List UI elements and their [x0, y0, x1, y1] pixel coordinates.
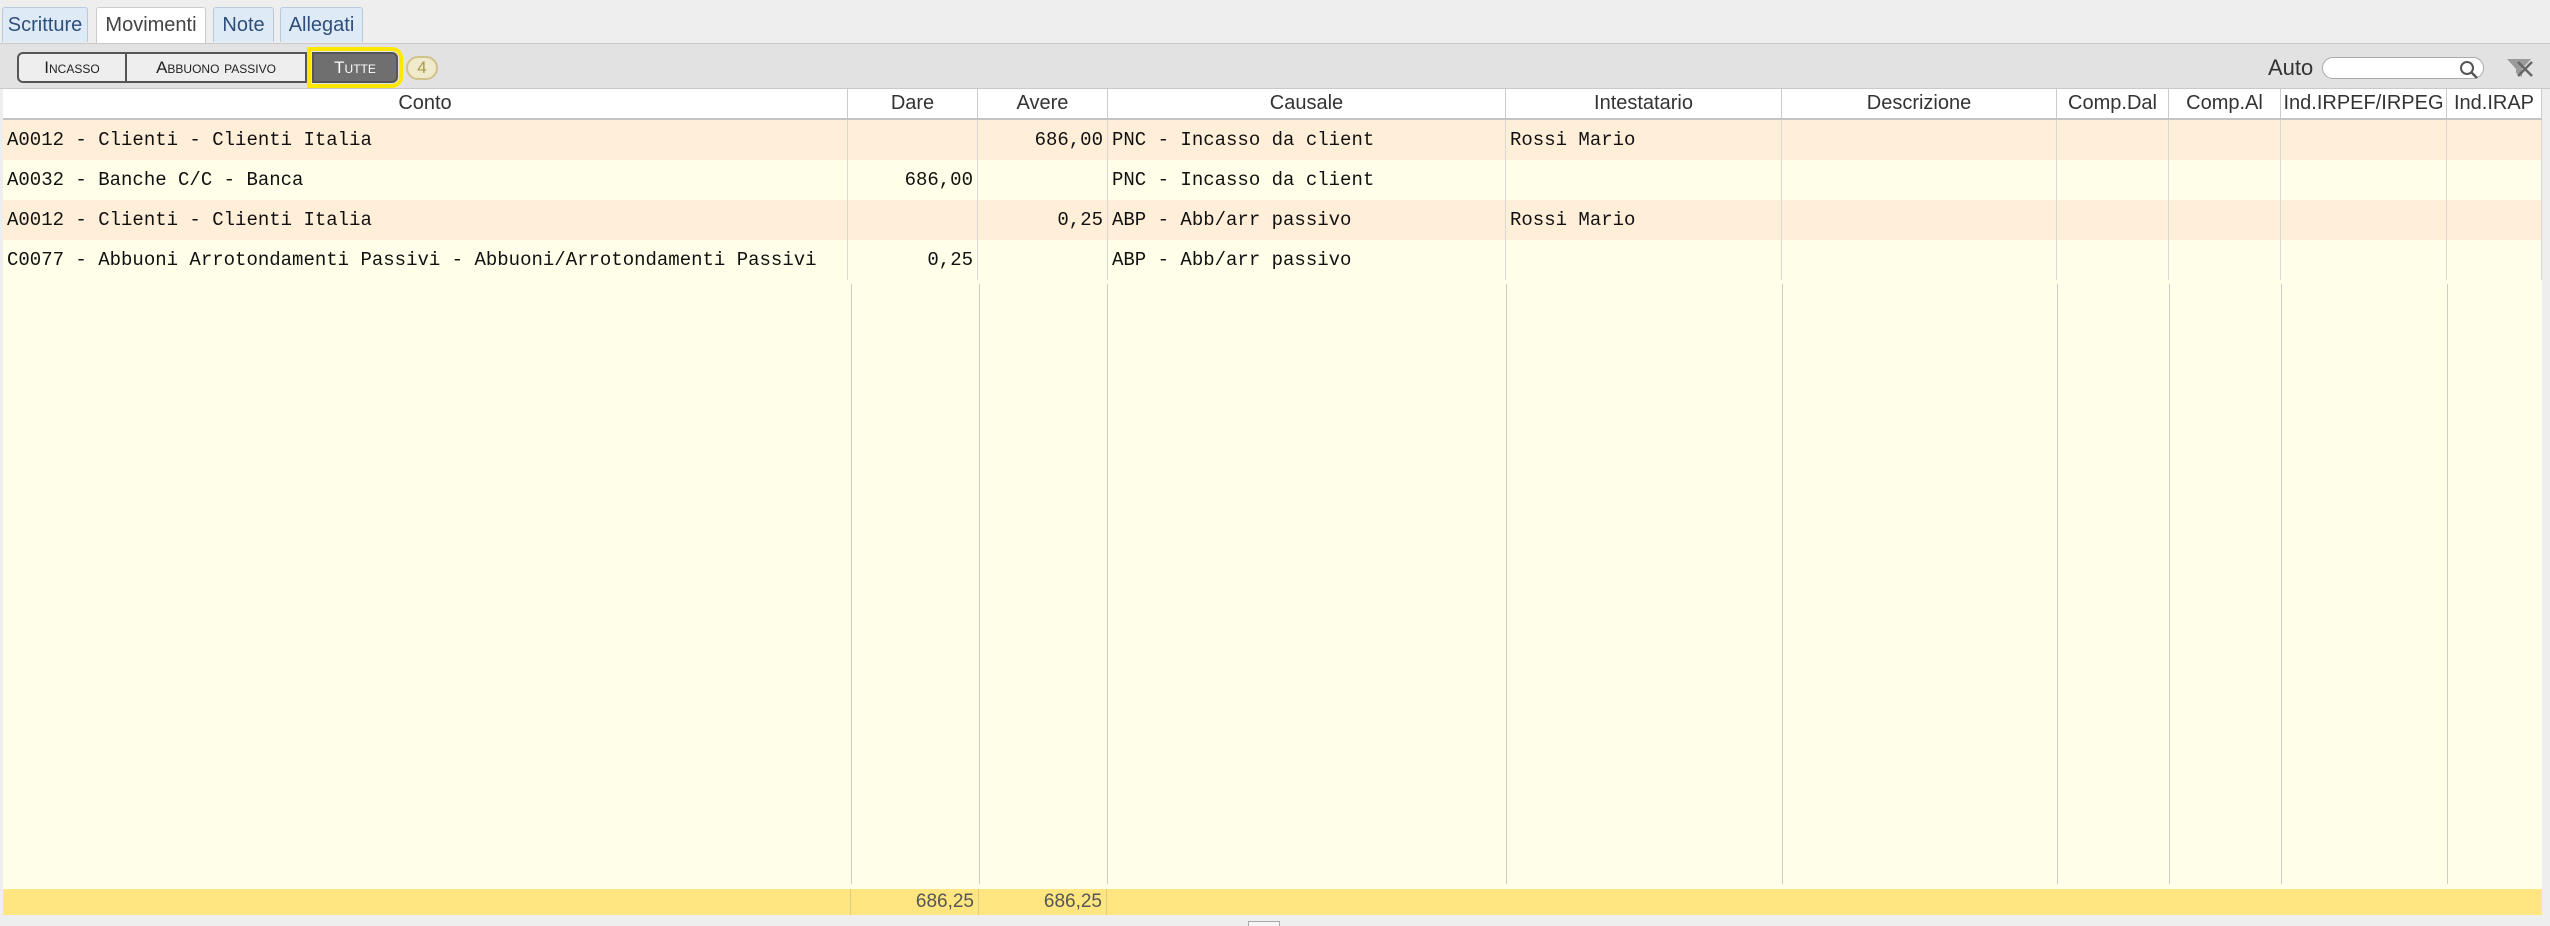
column-divider [1506, 284, 1507, 884]
cell-ind-irpef [2281, 120, 2447, 160]
cell-ind-irap [2447, 200, 2542, 240]
cell-conto: A0032 - Banche C/C - Banca [3, 160, 848, 200]
cell-ind-irap [2447, 240, 2542, 280]
filter-tutte-button[interactable]: Tutte [307, 47, 403, 88]
column-divider [2447, 284, 2448, 884]
cell-conto: A0012 - Clienti - Clienti Italia [3, 120, 848, 160]
column-divider [979, 284, 980, 884]
table-row[interactable]: A0012 - Clienti - Clienti Italia 686,00 … [3, 120, 2542, 160]
cell-ind-irap [2447, 120, 2542, 160]
cell-ind-irpef [2281, 200, 2447, 240]
resize-handle[interactable] [1248, 921, 1280, 926]
filter-toolbar: Incasso Abbuono passivo Tutte 4 Auto [0, 43, 2550, 89]
cell-comp-dal [2057, 200, 2169, 240]
cell-ind-irpef [2281, 160, 2447, 200]
column-header-descrizione[interactable]: Descrizione [1782, 89, 2057, 118]
column-header-ind-irap[interactable]: Ind.IRAP [2447, 89, 2542, 118]
cell-dare: 0,25 [848, 240, 978, 280]
column-header-ind-irpef-irpeg[interactable]: Ind.IRPEF/IRPEG [2281, 89, 2447, 118]
cell-causale: PNC - Incasso da client [1108, 160, 1506, 200]
cell-avere [978, 160, 1108, 200]
column-header-conto[interactable]: Conto [3, 89, 848, 118]
cell-descrizione [1782, 160, 2057, 200]
filter-abbuono-passivo-button[interactable]: Abbuono passivo [127, 52, 307, 83]
column-header-dare[interactable]: Dare [848, 89, 978, 118]
cell-comp-al [2169, 200, 2281, 240]
auto-label: Auto [2268, 55, 2314, 80]
total-dare: 686,25 [851, 889, 979, 915]
cell-comp-al [2169, 240, 2281, 280]
totals-row: 686,25 686,25 [3, 889, 2542, 915]
column-divider [1107, 284, 1108, 884]
column-divider [1782, 284, 1783, 884]
cell-causale: ABP - Abb/arr passivo [1108, 200, 1506, 240]
cell-avere [978, 240, 1108, 280]
cell-comp-al [2169, 160, 2281, 200]
cell-comp-dal [2057, 120, 2169, 160]
cell-dare: 686,00 [848, 160, 978, 200]
cell-intestatario: Rossi Mario [1506, 120, 1782, 160]
cell-avere: 686,00 [978, 120, 1108, 160]
total-avere: 686,25 [979, 889, 1107, 915]
cell-comp-al [2169, 120, 2281, 160]
tab-note[interactable]: Note [213, 7, 274, 42]
table-row[interactable]: A0032 - Banche C/C - Banca 686,00 PNC - … [3, 160, 2542, 200]
column-header-intestatario[interactable]: Intestatario [1506, 89, 1782, 118]
column-header-comp-dal[interactable]: Comp.Dal [2057, 89, 2169, 118]
cell-intestatario: Rossi Mario [1506, 200, 1782, 240]
cell-descrizione [1782, 240, 2057, 280]
clear-filter-icon[interactable] [2504, 56, 2534, 80]
cell-causale: PNC - Incasso da client [1108, 120, 1506, 160]
cell-intestatario [1506, 240, 1782, 280]
cell-avere: 0,25 [978, 200, 1108, 240]
cell-comp-dal [2057, 160, 2169, 200]
column-divider [2057, 284, 2058, 884]
cell-intestatario [1506, 160, 1782, 200]
cell-descrizione [1782, 120, 2057, 160]
table-row[interactable]: C0077 - Abbuoni Arrotondamenti Passivi -… [3, 240, 2542, 280]
tab-scritture[interactable]: Scritture [2, 7, 88, 42]
column-divider [851, 284, 852, 884]
table-header: Conto Dare Avere Causale Intestatario De… [3, 89, 2542, 120]
filter-incasso-button[interactable]: Incasso [17, 52, 127, 83]
column-header-causale[interactable]: Causale [1108, 89, 1506, 118]
cell-comp-dal [2057, 240, 2169, 280]
column-divider [2169, 284, 2170, 884]
tab-allegati[interactable]: Allegati [280, 7, 363, 42]
cell-descrizione [1782, 200, 2057, 240]
tab-bar: Scritture Movimenti Note Allegati [0, 0, 2550, 44]
cell-conto: A0012 - Clienti - Clienti Italia [3, 200, 848, 240]
cell-dare [848, 120, 978, 160]
column-header-avere[interactable]: Avere [978, 89, 1108, 118]
cell-causale: ABP - Abb/arr passivo [1108, 240, 1506, 280]
cell-ind-irpef [2281, 240, 2447, 280]
movements-table: Conto Dare Avere Causale Intestatario De… [3, 89, 2542, 915]
cell-dare [848, 200, 978, 240]
column-header-comp-al[interactable]: Comp.Al [2169, 89, 2281, 118]
column-divider [2281, 284, 2282, 884]
table-row[interactable]: A0012 - Clienti - Clienti Italia 0,25 AB… [3, 200, 2542, 240]
cell-ind-irap [2447, 160, 2542, 200]
tab-movimenti[interactable]: Movimenti [96, 7, 206, 44]
cell-conto: C0077 - Abbuoni Arrotondamenti Passivi -… [3, 240, 848, 280]
totals-label-cell [3, 889, 851, 915]
search-icon[interactable] [2458, 59, 2480, 81]
count-badge: 4 [406, 56, 438, 80]
